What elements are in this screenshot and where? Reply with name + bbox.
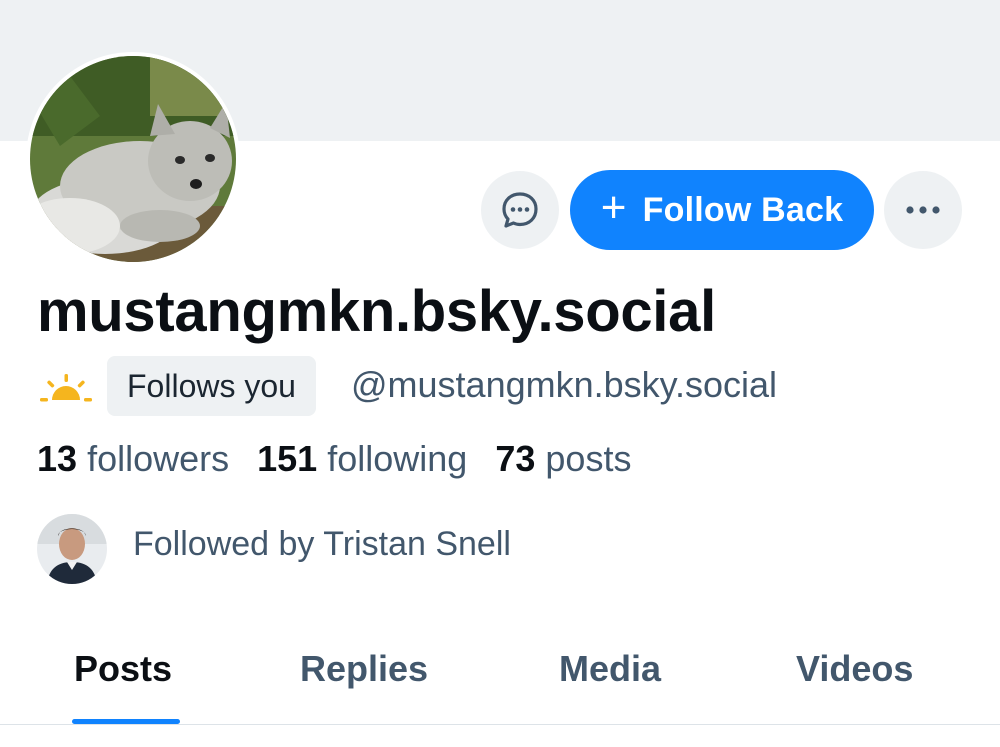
follows-you-badge: Follows you (107, 356, 316, 416)
posts-stat: 73 posts (495, 438, 631, 479)
posts-label: posts (545, 438, 632, 479)
profile-display-name: mustangmkn.bsky.social (37, 279, 716, 344)
followers-label: followers (87, 438, 230, 479)
tabs-divider (0, 724, 1000, 725)
tab-posts[interactable]: Posts (74, 648, 172, 690)
followers-count: 13 (37, 438, 78, 479)
profile-tabs: Posts Replies Media Videos (0, 640, 1000, 724)
message-button[interactable] (481, 171, 559, 249)
tab-media[interactable]: Media (559, 648, 661, 690)
sunrise-icon (40, 374, 92, 402)
chat-bubble-icon (502, 192, 538, 228)
follow-back-button[interactable]: + Follow Back (570, 170, 874, 250)
more-options-button[interactable] (884, 171, 962, 249)
plus-icon: + (600, 183, 627, 232)
profile-avatar[interactable] (26, 52, 240, 266)
following-label: following (327, 438, 468, 479)
tab-replies[interactable]: Replies (300, 648, 428, 690)
profile-handle: @mustangmkn.bsky.social (351, 364, 778, 405)
arctic-fox-avatar-image (30, 56, 236, 262)
following-stat[interactable]: 151 following (257, 438, 467, 479)
ellipsis-icon (906, 206, 940, 214)
posts-count: 73 (495, 438, 536, 479)
known-follower-avatar[interactable] (37, 514, 107, 584)
tab-videos[interactable]: Videos (796, 648, 913, 690)
profile-stats: 13 followers 151 following 73 posts (37, 438, 649, 480)
follow-back-label: Follow Back (642, 190, 844, 229)
followers-stat[interactable]: 13 followers (37, 438, 229, 479)
following-count: 151 (257, 438, 318, 479)
followed-by-text[interactable]: Followed by Tristan Snell (133, 525, 511, 564)
